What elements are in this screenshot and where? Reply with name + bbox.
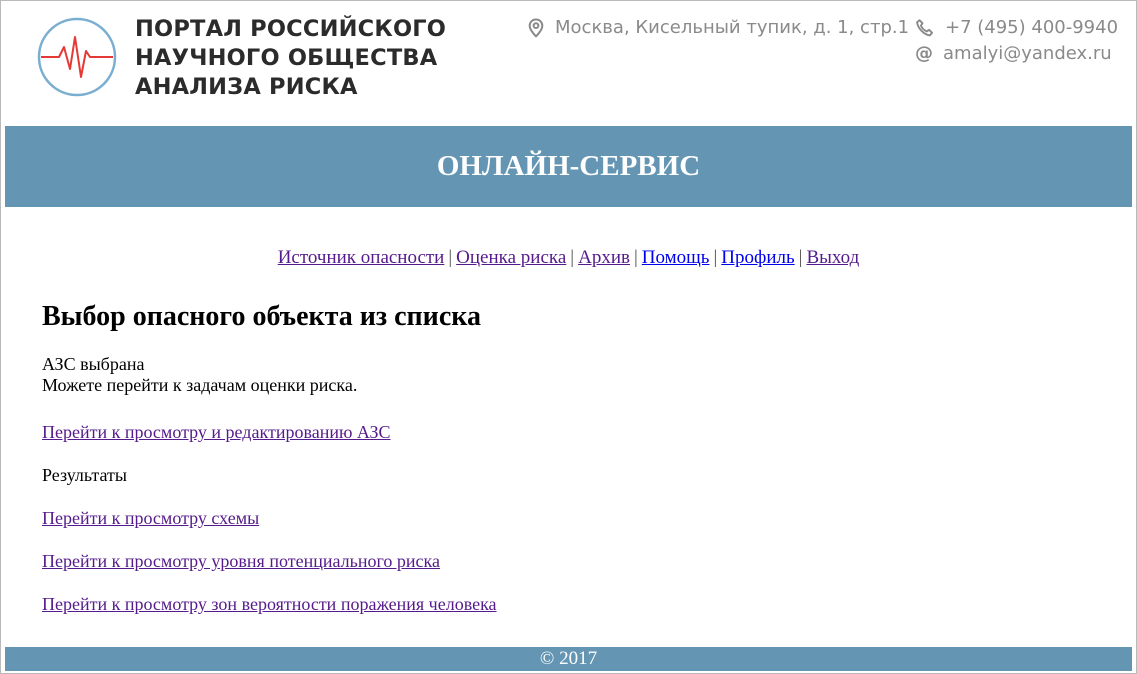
edit-station-link[interactable]: Перейти к просмотру и редактированию АЗС (42, 422, 391, 443)
service-banner: ОНЛАЙН-СЕРВИС (5, 126, 1132, 207)
banner-title: ОНЛАЙН-СЕРВИС (436, 150, 701, 182)
main-nav: Источник опасности | Оценка риска | Архив | По… (5, 247, 1132, 269)
site-footer: © 2017 (5, 647, 1132, 671)
nav-separator: | (570, 247, 575, 268)
map-pin-icon (528, 17, 544, 38)
status-line-selected: АЗС выбрана (42, 354, 145, 374)
main-content: Выбор опасного объекта из списка АЗС выб… (42, 299, 1042, 614)
view-risk-level-link[interactable]: Перейти к просмотру уровня потенциальног… (42, 551, 440, 572)
phone-text[interactable]: +7 (495) 400-9940 (945, 17, 1118, 38)
portal-title-line-3: АНАЛИЗА РИСКА (135, 74, 358, 100)
page-content: ПОРТАЛ РОССИЙСКОГО НАУЧНОГО ОБЩЕСТВА АНА… (5, 3, 1132, 671)
nav-separator: | (633, 247, 638, 268)
view-damage-zones-link[interactable]: Перейти к просмотру зон вероятности пора… (42, 594, 497, 615)
address-text: Москва, Кисельный тупик, д. 1, стр.1 (555, 17, 910, 38)
email-text[interactable]: amalyi@yandex.ru (943, 43, 1112, 64)
contact-email: @ amalyi@yandex.ru (915, 43, 1112, 64)
nav-logout[interactable]: Выход (806, 247, 859, 268)
page-title: Выбор опасного объекта из списка (42, 301, 481, 332)
contact-address: Москва, Кисельный тупик, д. 1, стр.1 (527, 17, 909, 38)
portal-title: ПОРТАЛ РОССИЙСКОГО НАУЧНОГО ОБЩЕСТВА АНА… (135, 15, 446, 102)
portal-title-line-2: НАУЧНОГО ОБЩЕСТВА (135, 45, 438, 71)
nav-profile[interactable]: Профиль (721, 247, 794, 268)
nav-hazard-source[interactable]: Источник опасности (278, 247, 445, 268)
logo-icon[interactable] (37, 17, 117, 97)
site-header: ПОРТАЛ РОССИЙСКОГО НАУЧНОГО ОБЩЕСТВА АНА… (5, 3, 1132, 125)
nav-separator: | (713, 247, 718, 268)
nav-help[interactable]: Помощь (642, 247, 710, 268)
phone-icon (916, 18, 934, 36)
results-label: Результаты (42, 465, 127, 485)
at-sign-icon: @ (915, 43, 933, 64)
nav-risk-assessment[interactable]: Оценка риска (456, 247, 566, 268)
portal-title-line-1: ПОРТАЛ РОССИЙСКОГО (135, 16, 447, 42)
nav-separator: | (798, 247, 803, 268)
page-frame: ПОРТАЛ РОССИЙСКОГО НАУЧНОГО ОБЩЕСТВА АНА… (0, 0, 1137, 674)
status-message: АЗС выбрана Можете перейти к задачам оце… (42, 354, 1042, 396)
nav-archive[interactable]: Архив (578, 247, 630, 268)
view-scheme-link[interactable]: Перейти к просмотру схемы (42, 508, 259, 529)
status-line-hint: Можете перейти к задачам оценки риска. (42, 375, 358, 395)
contact-phone: +7 (495) 400-9940 (915, 17, 1118, 38)
nav-separator: | (448, 247, 453, 268)
copyright-text: © 2017 (539, 648, 598, 669)
